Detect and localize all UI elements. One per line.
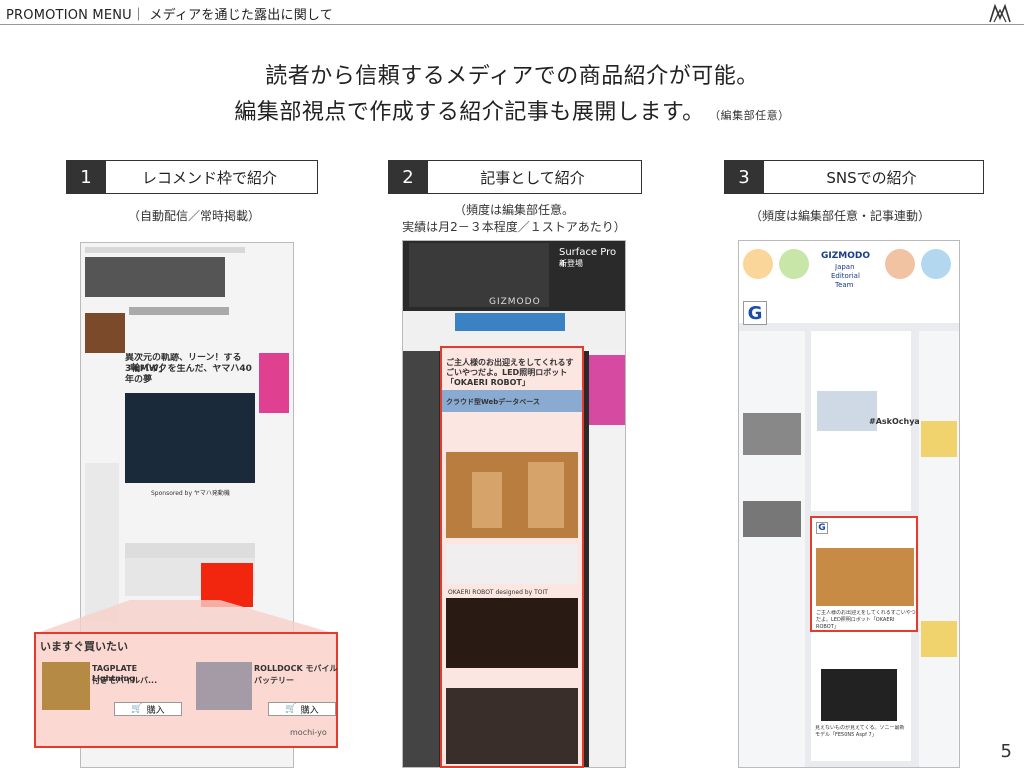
brand-logo-icon — [989, 3, 1011, 23]
cover-title-4: Team — [835, 281, 854, 289]
shot3-page-name: ギズモード・ジャパン (Gizmodo Japan) — [773, 312, 885, 319]
step-3: 3 SNSでの紹介 — [724, 160, 984, 194]
headline-note: （編集部任意） — [714, 109, 790, 122]
step-2-label: 記事として紹介 — [424, 160, 642, 194]
article-highlight: ご主人様のお出迎えをしてくれるすごいやつだよ。LED照明ロボット「OKAERI … — [440, 346, 584, 768]
step-2: 2 記事として紹介 — [388, 160, 642, 194]
step-1-note: （自動配信／常時掲載） — [127, 209, 260, 223]
shot3-hashtag: #AskOchyai — [869, 417, 923, 426]
page-avatar-icon: G — [743, 301, 767, 325]
header-title: PROMOTION MENU｜ メディアを通じた露出に関して — [6, 8, 333, 23]
post-avatar-icon: G — [816, 522, 828, 534]
step-3-number: 3 — [724, 160, 764, 194]
recommend-item2-name: ROLLDOCK モバイル — [254, 664, 338, 673]
step-3-note: （頻度は編集部任意・記事連動） — [749, 209, 930, 223]
recommend-title: いますぐ買いたい — [40, 640, 128, 653]
recommend-item1-sub: 付きモバイルバ... — [92, 676, 158, 685]
shot1-sponsor: Sponsored by ヤマハ発動機 — [151, 490, 230, 497]
cart-icon: 🛒 — [131, 704, 143, 714]
cart-icon: 🛒 — [285, 704, 297, 714]
shot2-db-ad: クラウド型Webデータベース — [446, 398, 540, 406]
header-divider — [0, 24, 1024, 25]
recommend-widget: いますぐ買いたい TAGPLATE Lightning 付きモバイルバ... 🛒… — [34, 632, 338, 748]
headline-line1: 読者から信頼するメディアでの商品紹介が可能。 — [265, 64, 759, 89]
shot1-article-title: 「LMW」を生んだ、ヤマハ40年の夢 — [125, 364, 252, 385]
page-number: 5 — [1000, 741, 1012, 762]
buy-button-2[interactable]: 🛒 購入 — [268, 702, 336, 716]
cover-title-1: GIZMODO — [821, 251, 870, 261]
buy-button-1[interactable]: 🛒 購入 — [114, 702, 182, 716]
sns-post-highlight: G ご主人様のお出迎えをしてくれるすごいやつだよ。LED照明ロボット「OKAER… — [810, 516, 918, 632]
shot2-caption: OKAERI ROBOT designed by TOIT — [448, 589, 548, 596]
step-2-number: 2 — [388, 160, 428, 194]
screenshot-sns: GIZMODO Japan Editorial Team G ギズモード・ジャパ… — [738, 240, 960, 768]
step-2-note: （頻度は編集部任意。 実績は月2－３本程度／１ストアあたり） — [402, 203, 626, 234]
cover-title-2: Japan — [835, 263, 855, 271]
brand-name: mochi-yo — [290, 728, 327, 737]
headline-line2: 編集部視点で作成する紹介記事も展開します。 （編集部任意） — [234, 100, 790, 125]
step-1-number: 1 — [66, 160, 106, 194]
recommend-item2-sub: バッテリー — [254, 676, 294, 685]
step-1: 1 レコメンド枠で紹介 — [66, 160, 318, 194]
shot2-ad-sub: 新登場 — [559, 259, 583, 268]
step-3-label: SNSでの紹介 — [760, 160, 984, 194]
shot2-site-logo: GIZMODO — [489, 297, 541, 307]
shot3-post-text: ご主人様のお出迎えをしてくれるすごいやつだよ。LED照明ロボット「OKAERI … — [816, 610, 916, 630]
shot2-article-title: ご主人様のお出迎えをしてくれるすごいやつだよ。LED照明ロボット「OKAERI … — [446, 358, 574, 387]
cover-title-3: Editorial — [831, 272, 860, 280]
shot3-camera-caption: 見えないものが見えてくる。ソニー最新モデル「FE50N5 Aspf 7」 — [815, 725, 905, 738]
step-1-label: レコメンド枠で紹介 — [102, 160, 318, 194]
